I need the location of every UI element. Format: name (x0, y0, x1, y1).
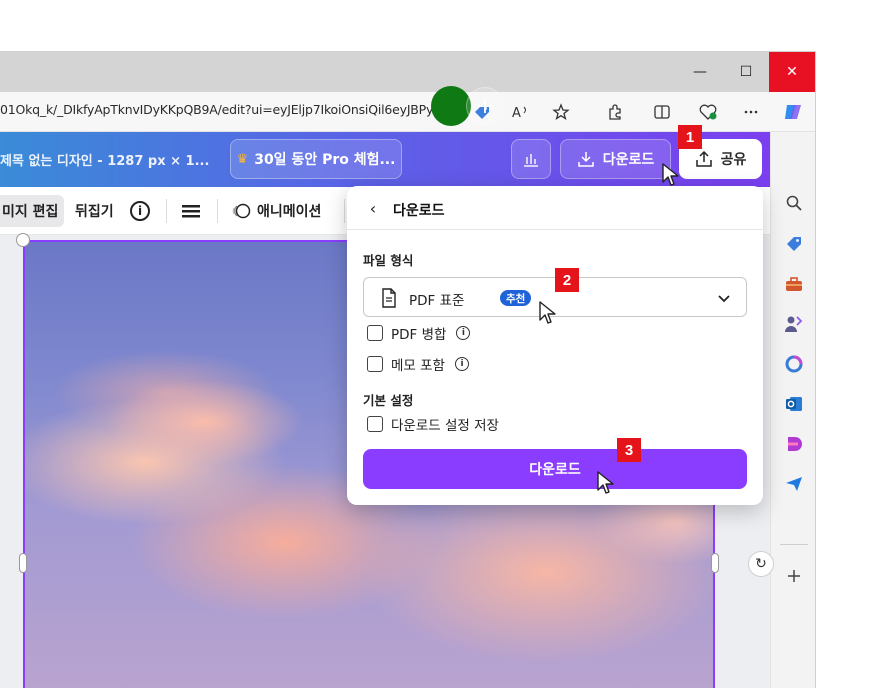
extensions-icon[interactable] (603, 100, 627, 124)
screenshot-stage: — ☐ ✕ 01Okq_k/_DIkfyApTknvIDyKKpQB9A/edi… (0, 0, 874, 688)
animate-label: 애니메이션 (257, 204, 322, 220)
file-format-value: PDF 표준 (409, 293, 465, 309)
toolbox-icon[interactable] (783, 273, 805, 295)
toolbar-divider (217, 199, 218, 223)
step-badge-3: 3 (617, 438, 641, 462)
close-button[interactable]: ✕ (769, 52, 815, 92)
panel-title: 다운로드 (393, 203, 445, 219)
toolbar-divider (344, 199, 345, 223)
download-button[interactable]: 다운로드 (363, 449, 747, 489)
info-button[interactable]: i (130, 195, 150, 227)
copilot-icon[interactable] (781, 100, 805, 124)
merge-pdf-checkbox[interactable] (367, 325, 383, 341)
editor-header: 제목 없는 디자인 - 1287 px × 1... ♛ 30일 동안 Pro … (0, 132, 770, 187)
info-icon[interactable]: i (456, 326, 471, 340)
add-icon[interactable] (783, 565, 805, 587)
designer-icon[interactable] (783, 433, 805, 455)
toolbar-divider (166, 199, 167, 223)
read-aloud-icon[interactable]: A (509, 100, 533, 124)
back-arrow-icon[interactable]: ‹ (363, 198, 383, 218)
animation-icon (232, 203, 251, 219)
save-settings-checkbox[interactable] (367, 416, 383, 432)
maximize-button[interactable]: ☐ (723, 52, 769, 92)
edit-image-button[interactable]: 미지 편집 (0, 195, 65, 227)
recommended-badge: 추천 (500, 290, 532, 306)
shopping-tag-icon[interactable] (783, 233, 805, 255)
download-panel: ‹ 다운로드 파일 형식 PDF 표준 추천 PDF 병합 i 메모 포함 i … (347, 186, 763, 505)
header-download-button[interactable]: 다운로드 (560, 139, 671, 179)
line-style-button[interactable] (181, 195, 201, 227)
file-icon (382, 288, 396, 308)
merge-pdf-option[interactable]: PDF 병합 i (367, 324, 471, 343)
step-badge-1: 1 (678, 125, 702, 149)
insights-button[interactable] (511, 139, 551, 179)
header-download-label: 다운로드 (602, 152, 655, 168)
outlook-icon[interactable] (783, 393, 805, 415)
share-label: 공유 (720, 152, 747, 168)
minimize-button[interactable]: — (677, 52, 723, 92)
rotate-icon[interactable]: ↻ (748, 551, 774, 577)
download-icon (577, 152, 594, 167)
title-bar: — ☐ ✕ (0, 52, 815, 92)
split-screen-icon[interactable] (650, 100, 674, 124)
document-title[interactable]: 제목 없는 디자인 - 1287 px × 1... (0, 150, 209, 169)
cursor-icon (539, 301, 556, 324)
resize-handle-corner[interactable] (16, 233, 30, 247)
crown-icon: ♛ (236, 151, 249, 167)
file-format-label: 파일 형식 (363, 253, 414, 268)
send-icon[interactable] (783, 473, 805, 495)
save-settings-option[interactable]: 다운로드 설정 저장 (367, 415, 499, 434)
animate-button[interactable]: 애니메이션 (231, 195, 321, 227)
include-notes-option[interactable]: 메모 포함 i (367, 355, 469, 374)
cursor-icon (597, 471, 614, 494)
games-icon[interactable] (783, 313, 805, 335)
more-menu-icon[interactable] (739, 100, 763, 124)
cursor-icon (662, 163, 679, 186)
resize-handle-left[interactable] (19, 553, 27, 573)
sidebar-divider (780, 544, 808, 545)
include-notes-label: 메모 포함 (391, 358, 445, 374)
pro-trial-label: 30일 동안 Pro 체험... (254, 152, 396, 168)
include-notes-checkbox[interactable] (367, 356, 383, 372)
share-upload-icon (695, 150, 712, 167)
add-collaborator-button[interactable]: + (466, 87, 504, 125)
svg-text:A: A (512, 106, 521, 121)
microsoft-365-icon[interactable] (783, 353, 805, 375)
favorite-star-icon[interactable] (549, 100, 573, 124)
edge-sidebar (770, 132, 815, 688)
pro-trial-button[interactable]: ♛ 30일 동안 Pro 체험... (230, 139, 402, 179)
flip-button[interactable]: 뒤집기 (75, 195, 114, 227)
chevron-down-icon (718, 295, 730, 303)
search-icon[interactable] (783, 192, 805, 214)
browser-essentials-icon[interactable] (696, 100, 720, 124)
bar-chart-icon (524, 154, 538, 167)
merge-pdf-label: PDF 병합 (391, 327, 447, 343)
info-icon: i (130, 201, 150, 221)
panel-header: ‹ 다운로드 (347, 186, 763, 230)
basic-settings-label: 기본 설정 (363, 393, 414, 408)
save-settings-label: 다운로드 설정 저장 (391, 418, 499, 434)
avatar[interactable] (431, 86, 471, 126)
url-field[interactable]: 01Okq_k/_DIkfyApTknvIDyKKpQB9A/edit?ui=e… (0, 102, 448, 117)
resize-handle-right[interactable] (711, 553, 719, 573)
step-badge-2: 2 (555, 268, 579, 292)
info-icon[interactable]: i (454, 357, 469, 371)
lines-icon (182, 205, 200, 218)
